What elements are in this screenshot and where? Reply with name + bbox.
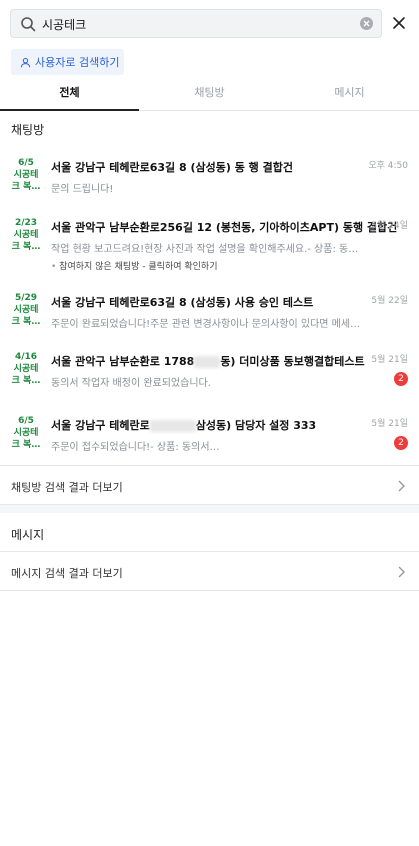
section-divider — [0, 505, 419, 513]
redacted-text — [149, 420, 196, 432]
message-section-title: 메시지 — [11, 528, 45, 542]
search-icon — [21, 17, 36, 32]
chatroom-title: 서울 관악구 남부순환로256길 12 (봉천동, 기아하이츠APT) 동행 결… — [51, 221, 398, 234]
chatroom-last-message: 주문이 완료되었습니다!주문 관련 변경사항이나 문의사항이 있다면 메세지를 … — [51, 319, 363, 330]
tab-chatrooms[interactable]: 채팅방 — [140, 83, 279, 111]
user-icon — [20, 57, 31, 67]
chatroom-title: 서울 강남구 테헤란로63길 8 (삼성동) 동 행 결합건 — [51, 161, 293, 174]
search-by-user-button[interactable]: 사용자로 검색하기 — [11, 49, 124, 75]
redacted-text — [194, 356, 221, 368]
more-chatroom-results-label: 채팅방 검색 결과 더보기 — [11, 481, 123, 494]
chevron-right-icon — [398, 480, 405, 492]
tab-bar: 전체 채팅방 메시지 — [0, 83, 419, 111]
unread-count-badge: 2 — [394, 436, 408, 450]
bullet-icon: • — [51, 262, 60, 272]
chatroom-badge: 2/23 시공테 크 복… — [11, 218, 41, 252]
not-joined-notice[interactable]: • 참여하지 않은 채팅방 - 클릭하여 확인하기 — [51, 259, 218, 272]
more-message-results-label: 메시지 검색 결과 더보기 — [11, 567, 123, 580]
search-bar[interactable]: 시공테크 — [10, 9, 382, 38]
chatroom-badge: 4/16 시공테 크 복… — [11, 352, 41, 386]
chatroom-last-message: 동의서 작업자 배정이 완료되었습니다. — [51, 378, 211, 389]
chatroom-time: 5월 21일 — [371, 355, 408, 365]
unread-count-badge: 2 — [394, 372, 408, 386]
chatroom-last-message: 작업 현황 보고드려요!현장 사진과 작업 설명을 확인해주세요.- 상품: 동… — [51, 244, 363, 255]
chatroom-badge: 5/29 시공테 크 복… — [11, 293, 41, 327]
chevron-right-icon — [398, 566, 405, 578]
more-chatroom-results-button[interactable]: 채팅방 검색 결과 더보기 — [0, 465, 419, 505]
chatroom-time: 5월 21일 — [371, 419, 408, 429]
chatroom-title: 서울 강남구 테헤란로63길 8 (삼성동) 사용 승인 테스트 — [51, 296, 314, 309]
chatroom-time: 5월 22일 — [371, 296, 408, 306]
search-by-user-label: 사용자로 검색하기 — [35, 56, 120, 69]
more-message-results-button[interactable]: 메시지 검색 결과 더보기 — [0, 551, 419, 591]
clear-search-icon[interactable] — [360, 17, 373, 30]
chatroom-last-message: 문의 드립니다! — [51, 184, 114, 195]
search-input[interactable]: 시공테크 — [42, 16, 86, 33]
chatroom-title: 서울 관악구 남부순환로 1788 동) 더미상품 동보행결합테스트 — [51, 355, 365, 368]
chatroom-time: 5월 24일 — [371, 221, 408, 231]
chatroom-badge: 6/5 시공테 크 복… — [11, 158, 41, 192]
tab-all[interactable]: 전체 — [0, 83, 139, 111]
chatroom-time: 오후 4:50 — [368, 161, 408, 171]
chatroom-title: 서울 강남구 테헤란로 삼성동) 담당자 설정 333 — [51, 419, 317, 432]
chatroom-section-title: 채팅방 — [11, 123, 45, 137]
chatroom-last-message: 주문이 접수되었습니다!- 상품: 동의서… — [51, 442, 220, 453]
close-icon[interactable] — [391, 15, 407, 31]
tab-messages[interactable]: 메시지 — [280, 83, 419, 111]
chatroom-badge: 6/5 시공테 크 복… — [11, 416, 41, 450]
